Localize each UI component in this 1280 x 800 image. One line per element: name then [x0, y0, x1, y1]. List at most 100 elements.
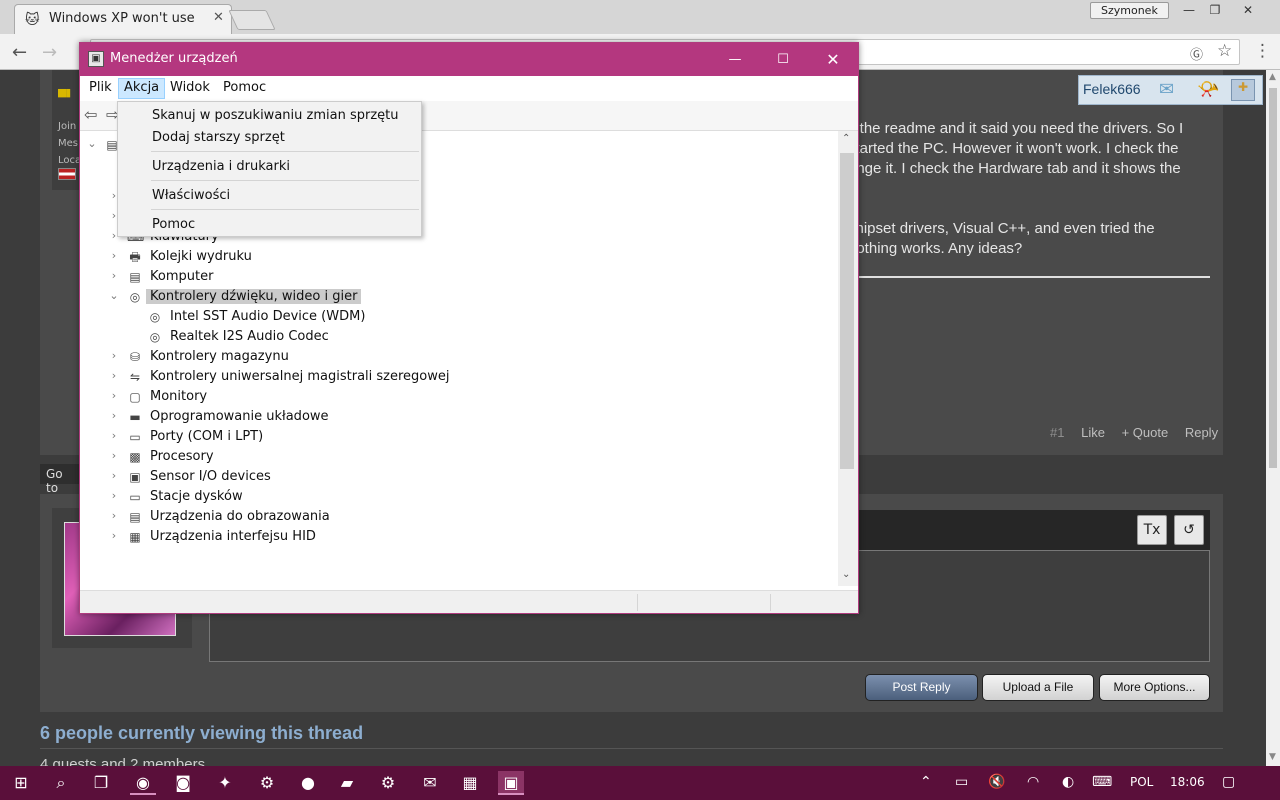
scroll-down-icon[interactable]: ⌄ — [842, 569, 850, 580]
chevron-down-icon[interactable]: ⌄ — [86, 137, 98, 150]
reply-link[interactable]: Reply — [1185, 425, 1218, 440]
post-text-line: nothing works. Any ideas? — [848, 240, 1023, 257]
goto-button[interactable]: Go to — [40, 464, 80, 495]
action-menu-dropdown: Skanuj w poszukiwaniu zmian sprzętu Doda… — [117, 101, 422, 237]
user-info-messages: Mes — [58, 138, 78, 149]
chevron-right-icon[interactable]: › — [108, 529, 120, 542]
alert-badge-icon[interactable]: ✚ — [1231, 79, 1255, 101]
editor-toolbar: Tx ↺ — [858, 510, 1210, 550]
menu-action[interactable]: Akcja — [118, 78, 166, 99]
steam-icon[interactable]: ⚙ — [254, 771, 280, 795]
page-scrollbar[interactable]: ▲ ▼ — [1266, 70, 1280, 766]
search-icon[interactable]: ⌕ — [48, 771, 74, 795]
menu-help[interactable]: Pomoc — [217, 78, 272, 99]
like-link[interactable]: Like — [1081, 425, 1105, 440]
post-number-link[interactable]: #1 — [1050, 425, 1064, 440]
osu-icon[interactable]: ● — [295, 771, 321, 795]
menu-item-properties[interactable]: Właściwości — [119, 185, 420, 207]
chevron-right-icon[interactable]: › — [108, 249, 120, 262]
scroll-thumb[interactable] — [1269, 88, 1277, 468]
forum-favicon-icon: 🐱 — [25, 12, 40, 28]
maximize-icon[interactable]: ☐ — [758, 43, 808, 76]
alerts-horn-icon[interactable]: 📯 — [1197, 79, 1219, 100]
forward-arrow-icon[interactable]: → — [42, 42, 57, 63]
file-explorer-icon[interactable]: ▰ — [334, 771, 360, 795]
viewing-title: 6 people currently viewing this thread — [40, 723, 364, 743]
chevron-right-icon[interactable]: › — [108, 429, 120, 442]
tree-row-label: Realtek I2S Audio Codec — [170, 329, 329, 344]
status-separator — [770, 594, 771, 611]
chevron-right-icon[interactable]: › — [108, 269, 120, 282]
wifi-icon[interactable]: ◠ — [1027, 774, 1039, 790]
chevron-right-icon[interactable]: › — [108, 449, 120, 462]
bookmark-star-icon[interactable]: ☆ — [1217, 41, 1232, 61]
username-link[interactable]: Felek666 — [1083, 81, 1141, 97]
battery-icon[interactable]: ▭ — [955, 774, 968, 790]
menu-item-scan-hardware[interactable]: Skanuj w poszukiwaniu zmian sprzętu — [119, 105, 420, 127]
start-windows-icon[interactable]: ⊞ — [8, 771, 34, 795]
tab-close-icon[interactable]: ✕ — [213, 10, 224, 25]
viewing-subtitle: 4 guests and 2 members — [40, 756, 206, 766]
settings-gear-icon[interactable]: ⚙ — [375, 771, 401, 795]
store-icon[interactable]: ▦ — [457, 771, 483, 795]
scroll-down-icon[interactable]: ▼ — [1269, 752, 1276, 762]
chevron-right-icon[interactable]: › — [108, 389, 120, 402]
tray-app-icon[interactable]: ◐ — [1062, 774, 1074, 790]
volume-muted-icon[interactable]: 🔇 — [988, 774, 1005, 790]
scroll-up-icon[interactable]: ⌃ — [842, 133, 850, 144]
close-icon[interactable]: ✕ — [1228, 0, 1268, 20]
upload-file-button[interactable]: Upload a File — [982, 674, 1094, 701]
new-tab-button[interactable] — [228, 10, 276, 30]
chevron-down-icon[interactable]: ⌄ — [108, 289, 120, 302]
close-icon[interactable]: ✕ — [808, 43, 858, 76]
task-view-icon[interactable]: ❐ — [88, 771, 114, 795]
chevron-right-icon[interactable]: › — [108, 469, 120, 482]
scroll-thumb[interactable] — [840, 153, 854, 469]
chevron-right-icon[interactable]: › — [108, 349, 120, 362]
window-titlebar[interactable]: ▣ Menedżer urządzeń — ☐ ✕ — [80, 43, 858, 76]
keyboard-icon[interactable]: ⌨ — [1092, 774, 1112, 790]
back-arrow-icon[interactable]: ← — [12, 42, 27, 63]
chevron-right-icon[interactable]: › — [108, 489, 120, 502]
computer-icon: ▤ — [129, 270, 141, 284]
audio-device-icon: ◎ — [149, 310, 161, 324]
chrome-menu-icon[interactable]: ⋮ — [1254, 41, 1271, 61]
post-reply-button[interactable]: Post Reply — [865, 674, 978, 701]
chevron-right-icon[interactable]: › — [108, 409, 120, 422]
remove-format-icon[interactable]: Tx — [1137, 515, 1167, 545]
menu-view[interactable]: Widok — [164, 78, 216, 99]
menu-item-add-legacy-hardware[interactable]: Dodaj starszy sprzęt — [119, 127, 420, 149]
menu-item-devices-and-printers[interactable]: Urządzenia i drukarki — [119, 156, 420, 178]
translate-icon[interactable]: Ⓖ — [1190, 44, 1203, 63]
windows-taskbar: ⊞ ⌕ ❐ ◉ ◙ ✦ ⚙ ● ▰ ⚙ ✉ ▦ ▣ ⌃ ▭ 🔇 ◠ ◐ ⌨ PO… — [0, 766, 1280, 800]
quote-link[interactable]: + Quote — [1122, 425, 1169, 440]
input-language[interactable]: POL — [1130, 775, 1153, 789]
chrome-icon[interactable]: ◉ — [130, 771, 156, 795]
minimize-icon[interactable]: — — [710, 43, 760, 76]
hid-icon: ▦ — [129, 530, 141, 544]
tree-scrollbar[interactable]: ⌃ ⌄ — [838, 131, 858, 586]
chevron-right-icon[interactable]: › — [108, 509, 120, 522]
minimize-icon[interactable]: — — [1176, 0, 1202, 20]
discord-icon[interactable]: ◙ — [170, 771, 196, 795]
clock[interactable]: 18:06 — [1170, 775, 1205, 789]
back-arrow-icon[interactable]: ⇦ — [84, 105, 97, 124]
browser-tabstrip: 🐱 Windows XP won't use R ✕ Szymonek — ❐ … — [0, 0, 1280, 34]
action-center-icon[interactable]: ▢ — [1222, 774, 1235, 790]
mail-icon[interactable]: ✉ — [417, 771, 443, 795]
menu-item-help[interactable]: Pomoc — [119, 214, 420, 236]
tray-chevron-up-icon[interactable]: ⌃ — [920, 774, 932, 790]
device-manager-taskbar-icon[interactable]: ▣ — [498, 771, 524, 795]
twitter-icon[interactable]: ✦ — [212, 771, 238, 795]
scroll-up-icon[interactable]: ▲ — [1269, 72, 1276, 82]
toggle-source-icon[interactable]: ↺ — [1174, 515, 1204, 545]
browser-tab[interactable]: 🐱 Windows XP won't use R ✕ — [14, 4, 232, 34]
chevron-right-icon[interactable]: › — [108, 369, 120, 382]
profile-button[interactable]: Szymonek — [1090, 2, 1169, 19]
storage-controller-icon: ⛁ — [129, 350, 141, 364]
inbox-envelope-icon[interactable]: ✉ — [1159, 79, 1174, 100]
menu-file[interactable]: Plik — [83, 78, 118, 99]
more-options-button[interactable]: More Options... — [1099, 674, 1210, 701]
window-title: Menedżer urządzeń — [110, 51, 238, 66]
restore-icon[interactable]: ❐ — [1202, 0, 1228, 20]
